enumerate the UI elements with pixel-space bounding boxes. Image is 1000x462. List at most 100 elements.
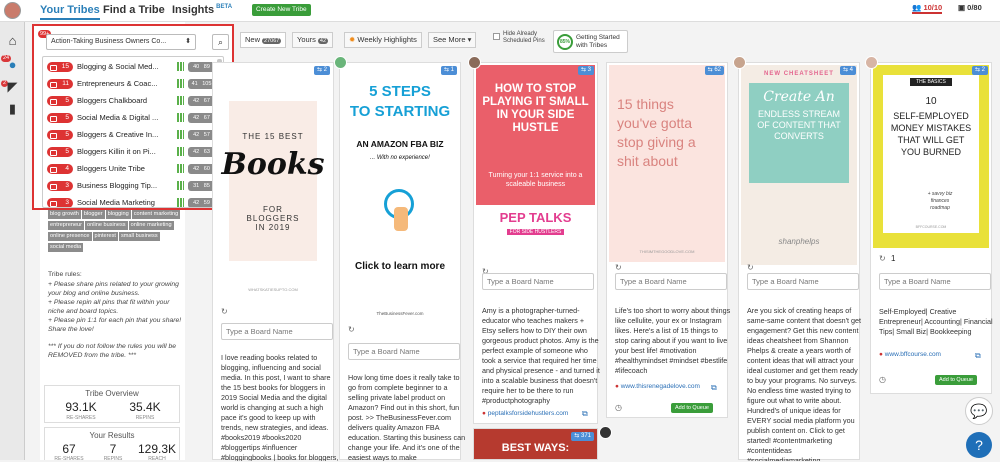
reshare-icon[interactable]: ↻ [747,263,754,272]
tribe-name: Bloggers Killin it on Pi... [77,147,156,156]
source-link-text: www.bffcourse.com [884,351,941,358]
pinner-avatar[interactable] [865,56,878,69]
hide-scheduled-checkbox[interactable] [493,33,500,40]
user-avatar[interactable] [4,2,21,19]
help-button[interactable]: ? [966,432,992,458]
source-link-text: peptalksforsidehustlers.com [487,410,569,417]
tag[interactable]: blogging [105,210,131,219]
create-new-tribe-button[interactable]: Create New Tribe [252,4,311,16]
tribe-list-item[interactable]: 5 Bloggers & Creative In... 42 57 [47,127,217,144]
board-name-input[interactable]: Type a Board Name [747,273,859,290]
clock-icon[interactable]: ◷ [879,375,886,384]
pinner-avatar[interactable] [733,56,746,69]
tribe-select[interactable]: Action-Taking Business Owners Co... ⬍ [46,34,196,50]
tag[interactable]: small business [118,232,160,241]
board-name-input[interactable]: Type a Board Name [348,343,460,360]
signal-icon [177,96,184,105]
board-name-input[interactable]: Type a Board Name [615,273,727,290]
updown-arrow-icon: ⬍ [185,38,191,45]
tribe-list-item[interactable]: 5 Social Media & Digital ... 42 67 [47,110,217,127]
tribe-list-item[interactable]: 4 Bloggers Unite Tribe 42 60 [47,161,217,178]
getting-started-label: Getting Started with Tribes [576,34,620,49]
bar-chart-icon[interactable]: ▮ [5,102,20,116]
tab-weekly-highlights[interactable]: ✹ Weekly Highlights [344,32,422,48]
tribe-stats: 40 89 [188,62,215,72]
tribe-list-item[interactable]: 11 Entrepreneurs & Coac... 41 105 [47,76,217,93]
tab-new[interactable]: New 27067 [240,32,287,48]
reshare-icon[interactable]: ↻ [221,307,228,316]
search-button[interactable]: ⌕ [212,34,229,50]
tribe-overview: Tribe Overview 93.1K RE-SHARES 35.4K REP… [44,385,180,423]
pin-image[interactable]: 15 things you've gotta stop giving a shi… [609,65,725,262]
tab-your-tribes[interactable]: Your Tribes [40,4,100,20]
results-reshares-value: 67 [62,442,76,456]
megaphone-icon[interactable]: ◤ [5,80,20,94]
tag[interactable]: content marketing [131,210,181,219]
image-big-word: Books [221,147,325,182]
tribe-stats: 42 67 [188,113,215,123]
source-link[interactable]: ● www.thisrenegadelove.com [615,383,700,390]
chat-button[interactable]: 💬 [965,397,993,425]
tribe-list-item[interactable]: 5 Bloggers Chalkboard 42 67 [47,93,217,110]
image-signature: shanphelps [778,237,820,246]
overview-reshares-label: RE-SHARES [66,415,96,421]
tab-find-a-tribe[interactable]: Find a Tribe [103,4,165,16]
pin-limit-value: 0/80 [967,3,982,12]
pinner-avatar[interactable] [468,56,481,69]
external-link-icon[interactable]: ⧉ [975,351,981,361]
add-to-queue-button[interactable]: Add to Queue [671,403,713,413]
board-name-input[interactable]: Type a Board Name [482,273,594,290]
pin-image[interactable]: HOW TO STOP PLAYING IT SMALL IN YOUR SID… [476,65,595,262]
tribe-list-item[interactable]: 3 Business Blogging Tip... 31 85 [47,178,217,195]
tag[interactable]: blog growth [48,210,81,219]
pinner-avatar[interactable] [334,56,347,69]
reshare-icon[interactable]: ↻ [879,254,886,263]
clock-icon[interactable]: ◷ [615,403,622,412]
tag[interactable]: pinterest [92,232,118,241]
tag[interactable]: social media [48,243,84,252]
hide-scheduled-label: Hide Already Scheduled Pins [503,31,545,44]
source-link[interactable]: ● www.bffcourse.com [879,351,941,358]
board-name-input[interactable]: Type a Board Name [879,273,991,290]
see-more-dropdown[interactable]: See More ▾ [428,32,477,48]
pin-image[interactable]: THE BASICS 10 SELF-EMPLOYED MONEY MISTAK… [873,65,989,248]
board-name-input[interactable]: Type a Board Name [221,323,333,340]
tribe-stats: 42 60 [188,164,215,174]
pin-image[interactable]: 5 STEPS TO STARTING AN AMAZON FBA BIZ ..… [342,65,458,319]
your-results: Your Results 67 RE-SHARES 7 REPINS 129.3… [44,427,180,462]
pin-image[interactable]: NEW CHEATSHEET Create An ENDLESS STREAM … [741,65,857,265]
pin-description: How long time does it really take to go … [348,373,466,461]
tag[interactable]: blogger [81,210,105,219]
tag[interactable]: online marketing [128,221,174,230]
pin-card: THE BASICS 10 SELF-EMPLOYED MONEY MISTAK… [865,56,993,394]
repin-value: 62 [714,67,721,73]
tribe-list-item[interactable]: 15 Blogging & Social Med... 40 89 [47,59,217,76]
rules-title: Tribe rules: [48,271,82,278]
reshare-icon[interactable]: ↻ [348,325,355,334]
image-title: SELF-EMPLOYED MONEY MISTAKES THAT WILL G… [890,111,972,157]
tribe-list-item[interactable]: 5 Bloggers Killin it on Pi... 42 63 [47,144,217,161]
tag[interactable]: entrepreneur [48,221,85,230]
tribes-icon[interactable]: ● [5,58,20,72]
home-icon[interactable]: ⌂ [5,34,20,48]
tribe-name: Entrepreneurs & Coac... [77,79,158,88]
tab-insights[interactable]: Insights BETA [172,4,232,16]
pinner-avatar[interactable] [599,426,612,439]
reshare-icon[interactable]: ↻ [615,263,622,272]
tab-yours[interactable]: Yours 42 [292,32,334,48]
tag[interactable]: online presence [48,232,92,241]
getting-started-button[interactable]: 85% Getting Started with Tribes [553,30,628,53]
top-bar: Your Tribes Find a Tribe Insights BETA Cr… [0,0,1000,22]
pin-image[interactable]: THE 15 BEST Books FOR BLOGGERS IN 2019 W… [215,65,331,300]
tribe-name: Bloggers Chalkboard [77,96,148,105]
tag[interactable]: online business [85,221,128,230]
tribe-list-item[interactable]: 3 Social Media Marketing 42 59 [47,195,217,207]
image-title: Create An [763,89,835,105]
add-to-queue-button[interactable]: Add to Queue [935,375,977,385]
repin-icon: ⇆ [574,433,581,439]
external-link-icon[interactable]: ⧉ [711,383,717,393]
external-link-icon[interactable]: ⧉ [582,409,588,419]
repin-icon: ⇆ [974,67,982,73]
source-link[interactable]: ● peptalksforsidehustlers.com [482,410,568,417]
repin-count: ⇆ 62 [704,66,724,75]
